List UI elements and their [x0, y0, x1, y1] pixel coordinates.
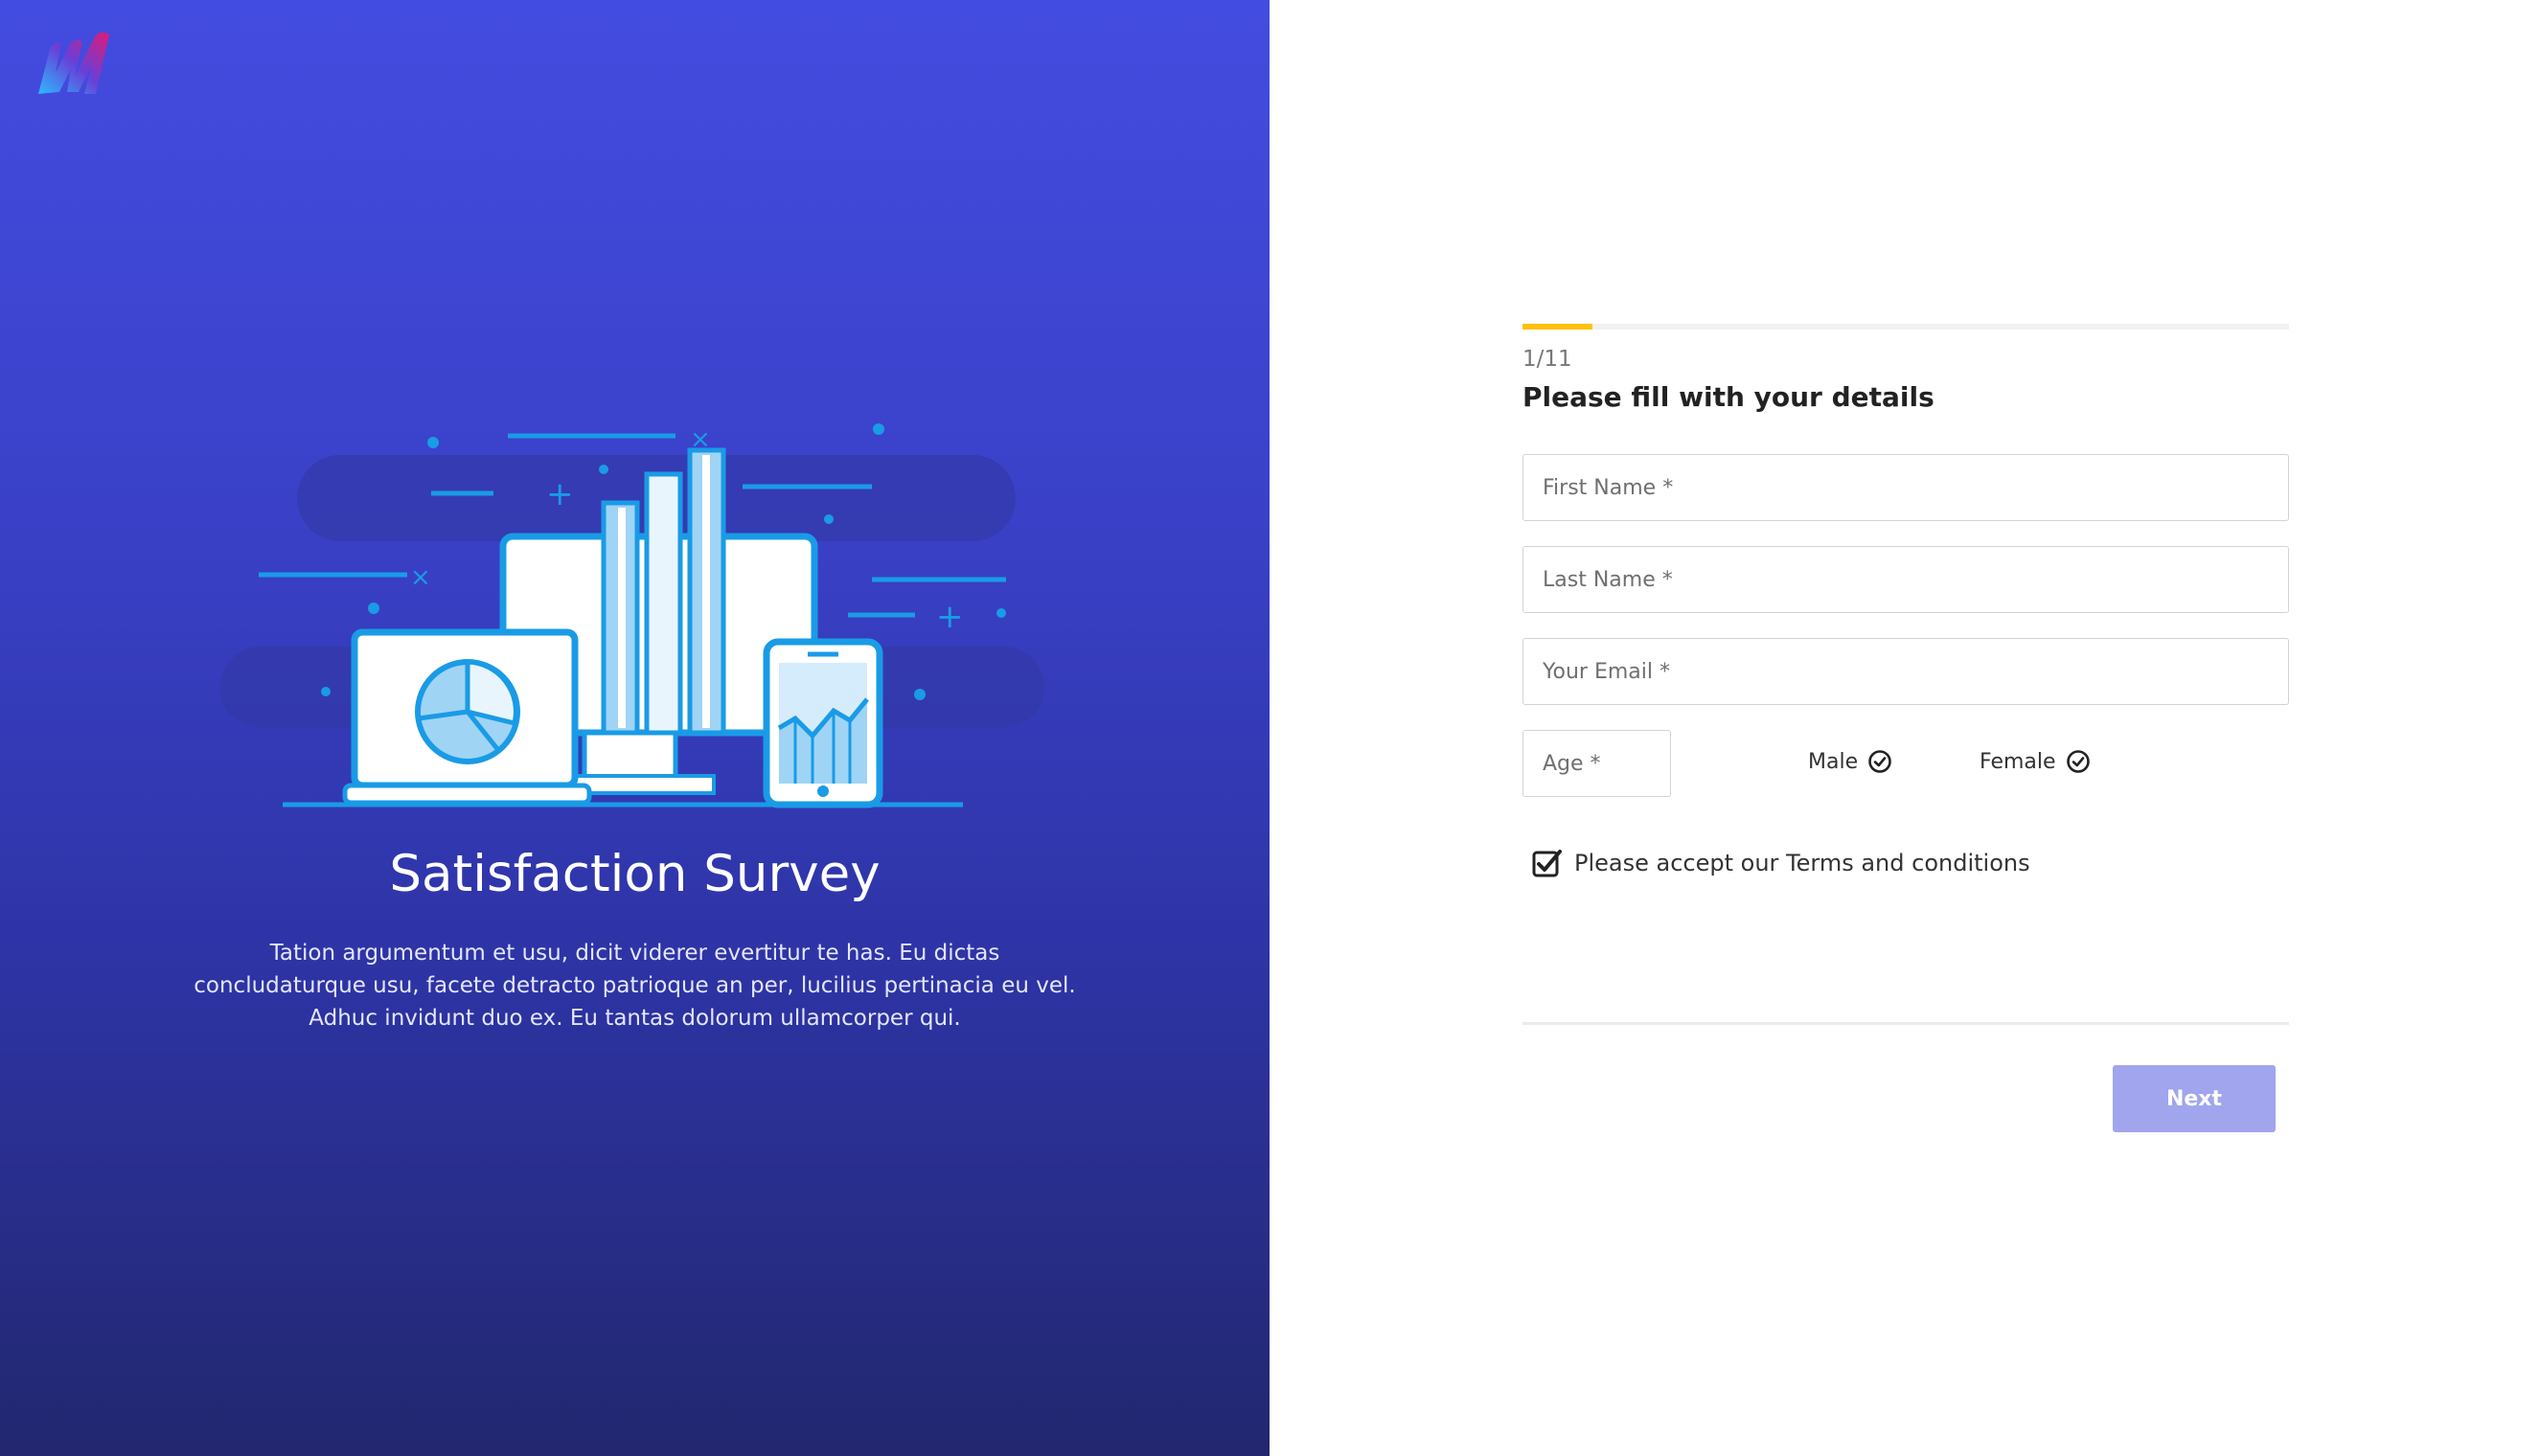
form-panel	[1270, 0, 2541, 1456]
terms-label: Please accept our Terms and conditions	[1574, 850, 2030, 876]
gender-option-male[interactable]: Male	[1808, 749, 1892, 774]
gender-label-male: Male	[1808, 749, 1859, 774]
email-input[interactable]	[1522, 638, 2289, 705]
step-counter: 1/11	[1522, 347, 1572, 372]
gender-option-female[interactable]: Female	[1980, 749, 2091, 774]
progress-fill	[1522, 324, 1592, 330]
survey-description: Tation argumentum et usu, dicit viderer …	[194, 941, 1076, 1031]
form-heading: Please fill with your details	[1522, 381, 1934, 413]
next-button[interactable]: Next	[2113, 1065, 2276, 1132]
form-divider	[1522, 1022, 2289, 1025]
age-input[interactable]	[1522, 730, 1671, 797]
svg-text:+: +	[546, 475, 574, 513]
first-name-input[interactable]	[1522, 454, 2289, 521]
svg-text:×: ×	[410, 563, 431, 592]
gender-label-female: Female	[1980, 749, 2056, 774]
progress-bar	[1522, 324, 2289, 330]
hero-panel: + + × × Satisfaction Survey Tation argum…	[0, 0, 1270, 1456]
devices-analytics-illustration: + + × ×	[220, 423, 1044, 808]
svg-text:+: +	[936, 598, 964, 636]
terms-checkbox[interactable]: Please accept our Terms and conditions	[1530, 847, 2030, 879]
checkbox-checked-icon[interactable]	[1530, 847, 1563, 879]
check-circle-icon[interactable]	[1867, 749, 1892, 774]
check-circle-icon[interactable]	[2066, 749, 2091, 774]
survey-title: Satisfaction Survey	[389, 845, 881, 903]
last-name-input[interactable]	[1522, 546, 2289, 613]
brand-logo-icon[interactable]	[36, 27, 132, 100]
